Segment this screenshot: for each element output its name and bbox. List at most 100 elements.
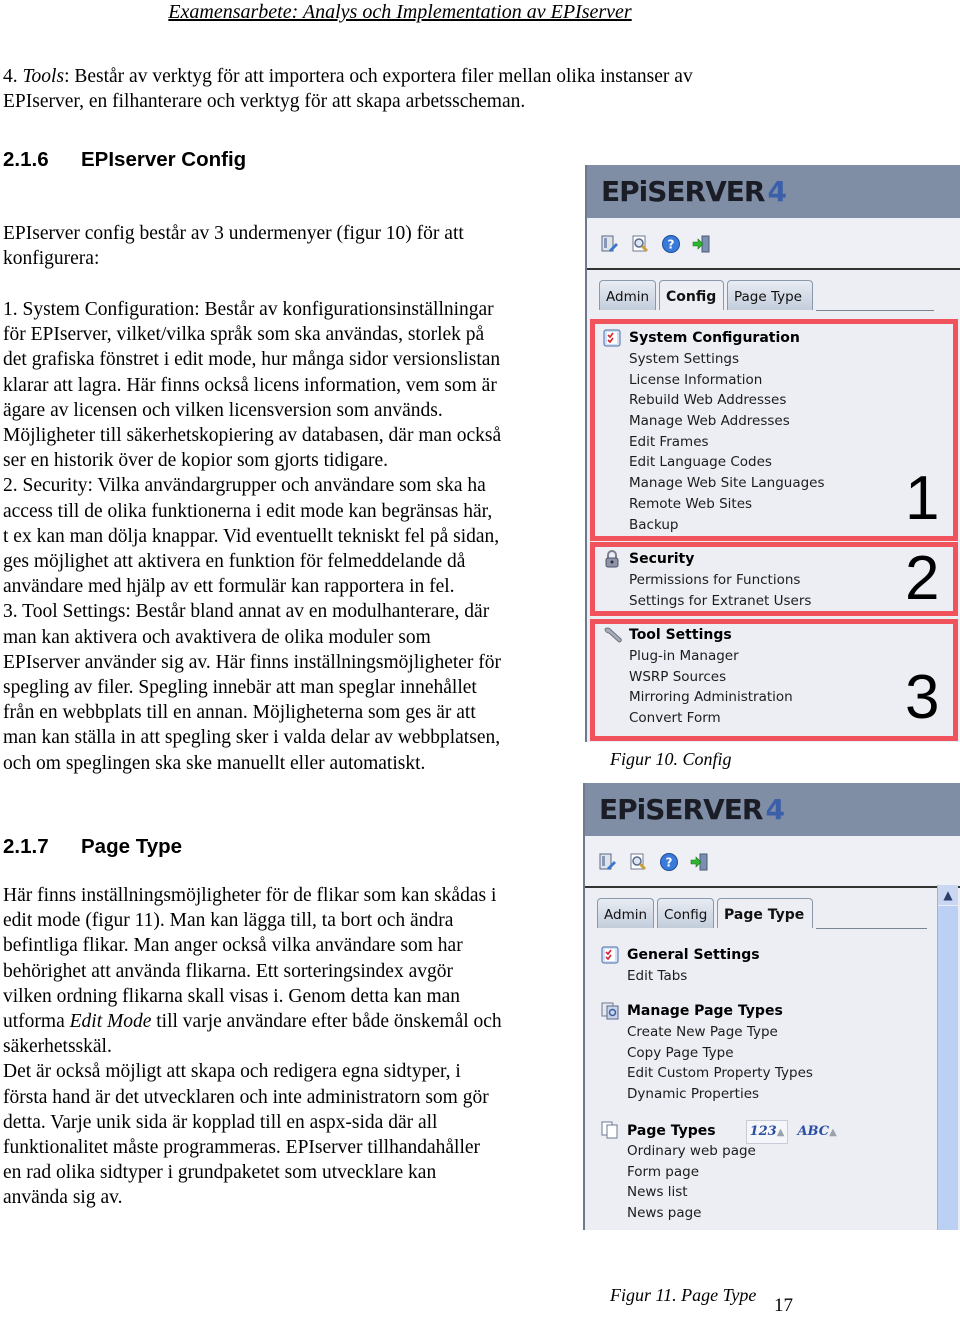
menu-link[interactable]: Dynamic Properties — [601, 1084, 813, 1105]
text-line: användare med hjälp av ett formulär kan … — [3, 576, 455, 598]
page-number: 17 — [774, 1295, 793, 1316]
menu-link[interactable]: Backup — [603, 515, 825, 536]
menu-link[interactable]: Manage Web Addresses — [603, 411, 825, 432]
menu-group-system-configuration: System Configuration System Settings Licen… — [603, 328, 825, 535]
menu-link[interactable]: Create New Page Type — [601, 1022, 813, 1043]
help-icon[interactable]: ? — [659, 852, 679, 872]
logout-icon[interactable] — [692, 234, 712, 254]
text-line: Här finns inställningsmöjligheter för de… — [3, 885, 497, 906]
menu-link[interactable]: Ordinary web page — [601, 1141, 840, 1162]
tab-label: Admin — [604, 907, 648, 923]
text-line: ser en historik över de kopior som gjort… — [3, 450, 389, 472]
edit-mode-icon[interactable] — [597, 852, 617, 872]
text-line: man kan ställa in att spegling sker i va… — [3, 727, 501, 749]
tab-admin[interactable]: Admin — [597, 898, 654, 928]
menu-link[interactable]: Manage Web Site Languages — [603, 473, 825, 494]
menu-link[interactable]: Plug-in Manager — [603, 646, 793, 667]
sort-numeric-button[interactable]: 123▲ — [745, 1120, 789, 1144]
scroll-up-arrow-icon[interactable]: ▲ — [938, 885, 958, 906]
menu-link[interactable]: Edit Tabs — [601, 966, 760, 987]
menu-link[interactable]: System Settings — [603, 349, 825, 370]
menu-group-heading: Security — [603, 549, 811, 570]
emphasis-edit-mode: Edit Mode — [69, 1011, 152, 1033]
tab-strip-line — [816, 928, 927, 929]
text-line: befintliga flikar. Man anger också vilka… — [3, 935, 463, 957]
tab-config[interactable]: Config — [657, 898, 714, 928]
episerver-toolbar: ? — [585, 836, 960, 888]
menu-link[interactable]: News list — [601, 1182, 840, 1203]
text-line: EPIserver, en filhanterare och verktyg f… — [3, 91, 526, 113]
section-title: EPIserver Config — [81, 148, 247, 171]
menu-link[interactable]: Form page — [601, 1162, 840, 1183]
tab-strip-line — [816, 310, 934, 311]
pages-icon — [601, 1121, 619, 1139]
annotation-number: 1 — [905, 464, 940, 533]
text-line: ges möjlighet att aktivera en funktion f… — [3, 551, 466, 573]
episerver-banner: EPiSERVER 4 — [587, 165, 960, 218]
menu-link[interactable]: Edit Language Codes — [603, 452, 825, 473]
menu-group-general-settings: General Settings Edit Tabs — [601, 945, 760, 987]
text-span: till varje användare efter både önskemål… — [151, 1011, 502, 1033]
menu-link[interactable]: Mirroring Administration — [603, 687, 793, 708]
menu-link[interactable]: Permissions for Functions — [603, 570, 811, 591]
tab-label: Config — [666, 289, 717, 305]
tab-config[interactable]: Config — [659, 280, 724, 310]
text-line: Det är också möjligt att skapa och redig… — [3, 1061, 461, 1083]
menu-link[interactable]: Rebuild Web Addresses — [603, 390, 825, 411]
tab-admin[interactable]: Admin — [599, 280, 656, 310]
menu-link[interactable]: Settings for Extranet Users — [603, 591, 811, 612]
text-line: funktionalitet måste programmeras. EPIse… — [3, 1137, 481, 1159]
text-line: behörighet att använda flikarna. Ett sor… — [3, 960, 453, 982]
text-line: EPIserver använder sig av. Här finns ins… — [3, 651, 502, 673]
text-line: från en webbplats till en annan. Möjligh… — [3, 702, 476, 724]
text-line: EPIserver config består av 3 undermenyer… — [3, 223, 464, 244]
menu-group-title: Tool Settings — [629, 627, 732, 643]
episerver-banner: EPiSERVER 4 — [585, 783, 960, 836]
menu-group-title: Page Types — [627, 1123, 716, 1139]
text-line: det grafiska fönstret i edit mode, hur m… — [3, 349, 501, 371]
sort-ascending-icon: ▲ — [829, 1127, 837, 1138]
list-number: 4. — [3, 66, 23, 87]
menu-link[interactable]: News page — [601, 1203, 840, 1224]
sort-numeric-label: 123 — [749, 1124, 777, 1139]
text-line: access till de olika funktionerna i edit… — [3, 500, 493, 522]
section-number: 2.1.6 — [3, 148, 49, 171]
tab-page-type[interactable]: Page Type — [717, 898, 813, 928]
menu-link[interactable]: Convert Form — [603, 708, 793, 729]
menu-link[interactable]: Edit Custom Property Types — [601, 1063, 813, 1084]
sort-alpha-button[interactable]: ABC▲ — [794, 1121, 839, 1143]
menu-link[interactable]: Remote Web Sites — [603, 494, 825, 515]
menu-link[interactable]: Copy Page Type — [601, 1043, 813, 1064]
vertical-scrollbar[interactable]: ▲ — [937, 885, 958, 1230]
menu-link[interactable]: License Information — [603, 370, 825, 391]
tools-term: Tools — [22, 66, 65, 87]
text-line: konfigurera: — [3, 248, 100, 270]
text-line: klarar att lagra. Här finns också licens… — [3, 374, 497, 396]
tab-label: Config — [664, 907, 708, 923]
menu-group-tool-settings: Tool Settings Plug-in Manager WSRP Sources… — [603, 625, 793, 729]
preview-icon[interactable] — [628, 852, 648, 872]
text-line: edit mode (figur 11). Man kan lägga till… — [3, 910, 454, 932]
text-line: spegling av filer. Spegling innebär att … — [3, 677, 477, 699]
text-line: första hand är det utvecklaren och inte … — [3, 1086, 489, 1108]
page-types-manage-icon — [601, 1002, 619, 1020]
text-line: detta. Varje unik sida är kopplad till e… — [3, 1111, 438, 1133]
help-icon[interactable]: ? — [661, 234, 681, 254]
text-line: man kan aktivera och avaktivera de olika… — [3, 626, 431, 648]
text-span: utforma — [3, 1011, 70, 1033]
tools-paragraph: 4. Tools: Består av verktyg för att impo… — [3, 64, 803, 114]
episerver-logo: EPiSERVER 4 — [601, 175, 787, 208]
checklist-icon — [603, 329, 621, 347]
config-intro-paragraph: EPIserver config består av 3 undermenyer… — [3, 221, 578, 271]
text-line: och om speglingen ska ske manuellt eller… — [3, 752, 426, 774]
text-line: : Består av verktyg för att importera oc… — [64, 66, 693, 87]
menu-group-heading: General Settings — [601, 945, 760, 966]
tab-page-type[interactable]: Page Type — [727, 280, 813, 310]
menu-group-page-types: Page Types 123▲ ABC▲ Ordinary web page Form … — [601, 1120, 840, 1224]
logout-icon[interactable] — [690, 852, 710, 872]
menu-link[interactable]: Edit Frames — [603, 432, 825, 453]
menu-link[interactable]: WSRP Sources — [603, 667, 793, 688]
preview-icon[interactable] — [630, 234, 650, 254]
menu-group-manage-page-types: Manage Page Types Create New Page Type Cop… — [601, 1001, 813, 1105]
edit-mode-icon[interactable] — [599, 234, 619, 254]
